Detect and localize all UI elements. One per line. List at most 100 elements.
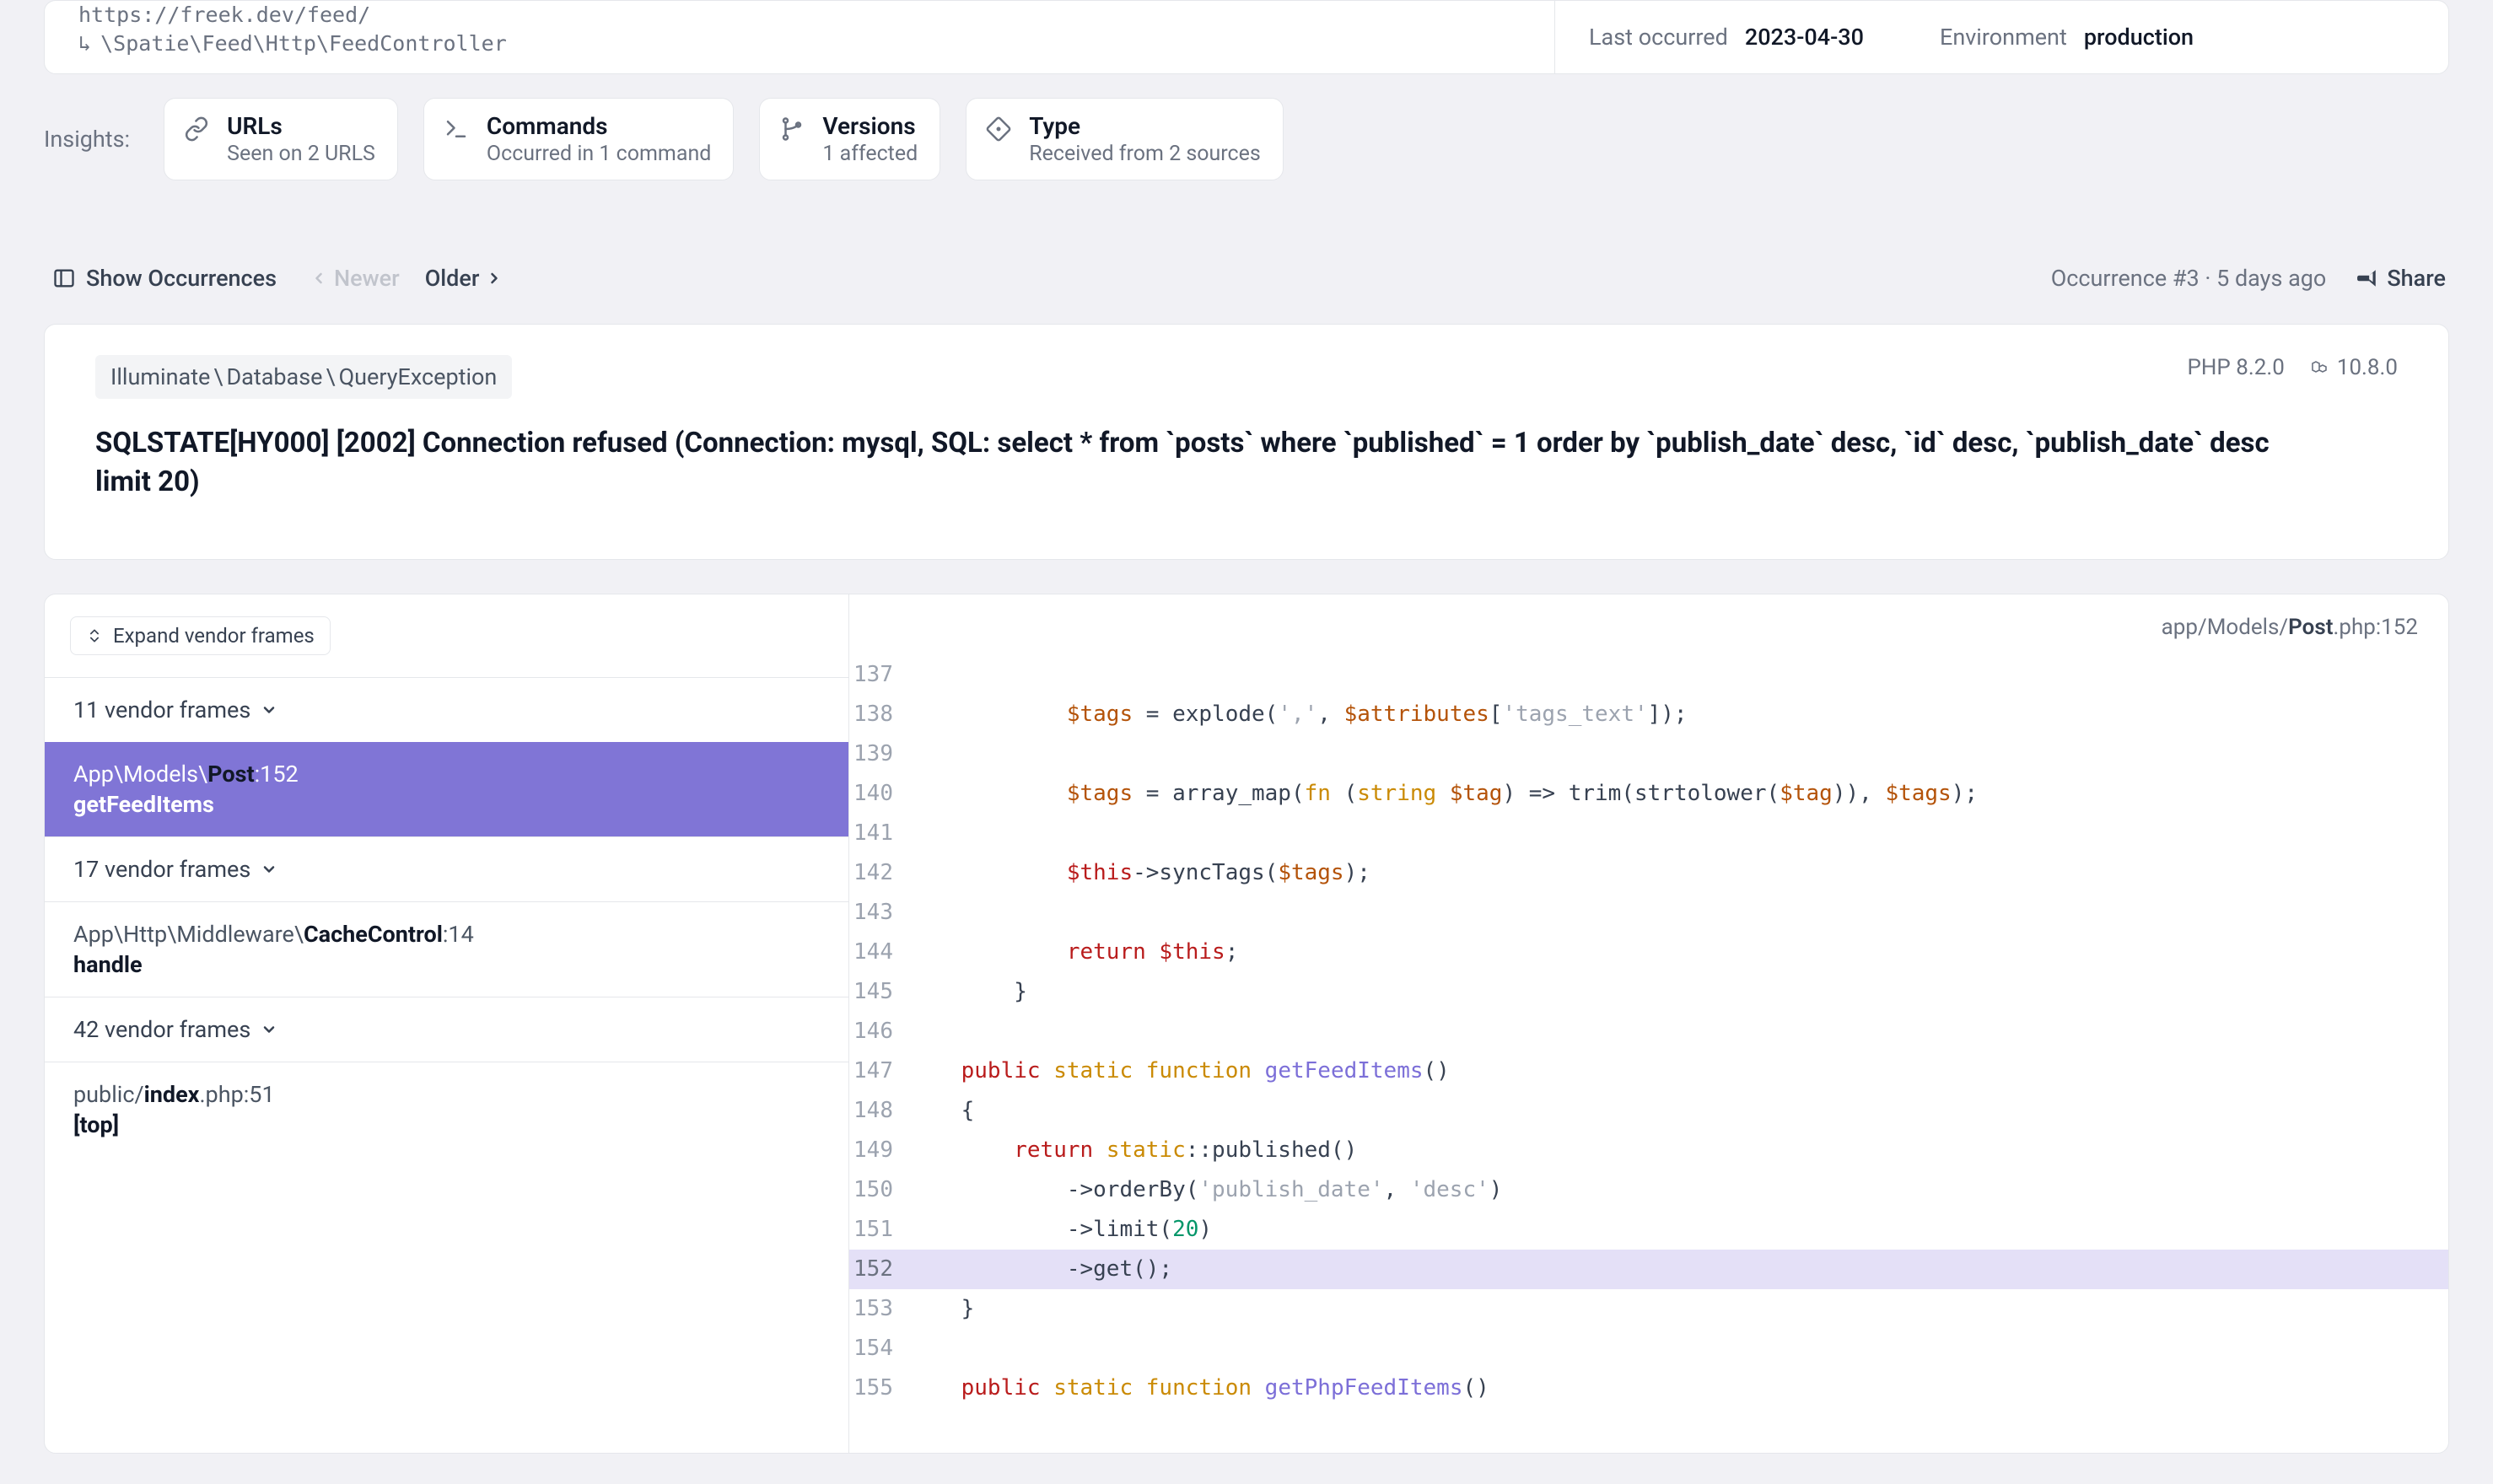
stack-frame-function: getFeedItems bbox=[73, 791, 820, 818]
stack-frame-path: public/index.php:51 bbox=[73, 1081, 820, 1108]
code-line: 153 } bbox=[849, 1289, 2448, 1329]
crosshair-icon bbox=[983, 114, 1014, 144]
occurrence-meta: Occurrence #3 · 5 days ago bbox=[2051, 265, 2327, 292]
older-label: Older bbox=[425, 265, 480, 292]
line-number: 138 bbox=[849, 695, 908, 734]
code-line: 150 ->orderBy('publish_date', 'desc') bbox=[849, 1170, 2448, 1210]
line-number: 152 bbox=[849, 1250, 908, 1289]
expand-vendor-frames-label: Expand vendor frames bbox=[113, 624, 315, 648]
line-number: 145 bbox=[849, 972, 908, 1012]
code-line: 139 bbox=[849, 734, 2448, 774]
line-number: 153 bbox=[849, 1289, 908, 1329]
line-source: $tags = explode(',', $attributes['tags_t… bbox=[908, 695, 1688, 734]
exception-class[interactable]: Illuminate\Database\QueryException bbox=[95, 355, 512, 399]
line-source: ->orderBy('publish_date', 'desc') bbox=[908, 1170, 1502, 1210]
share-button[interactable]: Share bbox=[2356, 265, 2446, 292]
branch-icon bbox=[777, 114, 807, 144]
show-occurrences-button[interactable]: Show Occurrences bbox=[52, 265, 277, 292]
code-path-file: Post bbox=[2288, 615, 2333, 640]
insight-title: URLs bbox=[227, 112, 375, 140]
stack-frame-path: App\Http\Middleware\CacheControl:14 bbox=[73, 921, 820, 948]
insight-sub: 1 affected bbox=[822, 142, 918, 166]
older-button[interactable]: Older bbox=[425, 265, 503, 292]
insight-sub: Received from 2 sources bbox=[1029, 142, 1261, 166]
vendor-frames-group[interactable]: 11 vendor frames bbox=[45, 677, 848, 742]
code-line: 141 bbox=[849, 814, 2448, 853]
stack-frame-path: App\Models\Post:152 bbox=[73, 761, 820, 788]
vendor-frames-group[interactable]: 42 vendor frames bbox=[45, 997, 848, 1062]
code-line: 137 bbox=[849, 655, 2448, 695]
code-line: 151 ->limit(20) bbox=[849, 1210, 2448, 1250]
line-number: 150 bbox=[849, 1170, 908, 1210]
code-line: 138 $tags = explode(',', $attributes['ta… bbox=[849, 695, 2448, 734]
line-number: 141 bbox=[849, 814, 908, 853]
code-path-line: 152 bbox=[2381, 615, 2418, 640]
chevron-left-icon bbox=[310, 270, 327, 287]
context-url: https://freek.dev/feed/ bbox=[78, 1, 507, 30]
code-line: 140 $tags = array_map(fn (string $tag) =… bbox=[849, 774, 2448, 814]
exception-ns-1: Illuminate bbox=[110, 363, 210, 390]
line-number: 146 bbox=[849, 1012, 908, 1051]
code-line: 152 ->get(); bbox=[849, 1250, 2448, 1289]
exception-ns-3: QueryException bbox=[339, 363, 498, 390]
code-path-prefix: app/Models/ bbox=[2162, 615, 2289, 640]
stack-frame[interactable]: public/index.php:51 [top] bbox=[45, 1062, 848, 1157]
php-version-badge: PHP 8.2.0 bbox=[2187, 355, 2284, 380]
vendor-frames-group[interactable]: 17 vendor frames bbox=[45, 836, 848, 901]
line-number: 137 bbox=[849, 655, 908, 695]
stack-frame[interactable]: App\Models\Post:152 getFeedItems bbox=[45, 742, 848, 836]
environment: Environment production bbox=[1940, 24, 2194, 51]
chevron-down-icon bbox=[261, 861, 277, 878]
code-body[interactable]: 137138 $tags = explode(',', $attributes[… bbox=[849, 655, 2448, 1408]
line-source: } bbox=[908, 972, 1027, 1012]
error-card: Illuminate\Database\QueryException PHP 8… bbox=[44, 324, 2449, 560]
insight-commands[interactable]: Commands Occurred in 1 command bbox=[423, 98, 734, 180]
code-line: 155 public static function getPhpFeedIte… bbox=[849, 1368, 2448, 1408]
laravel-icon bbox=[2310, 358, 2330, 378]
line-source: public static function getFeedItems() bbox=[908, 1051, 1450, 1091]
stack-frame-function: [top] bbox=[73, 1111, 820, 1138]
insight-sub: Occurred in 1 command bbox=[487, 142, 711, 166]
insight-versions[interactable]: Versions 1 affected bbox=[759, 98, 940, 180]
expand-vendor-frames-button[interactable]: Expand vendor frames bbox=[70, 616, 331, 655]
line-source: { bbox=[908, 1091, 974, 1131]
insight-type[interactable]: Type Received from 2 sources bbox=[966, 98, 1284, 180]
chevron-down-icon bbox=[261, 702, 277, 718]
code-line: 148 { bbox=[849, 1091, 2448, 1131]
line-number: 149 bbox=[849, 1131, 908, 1170]
line-source: ->get(); bbox=[908, 1250, 1172, 1289]
code-line: 146 bbox=[849, 1012, 2448, 1051]
php-version-text: PHP 8.2.0 bbox=[2187, 355, 2284, 380]
insight-title: Commands bbox=[487, 112, 711, 140]
show-occurrences-label: Show Occurrences bbox=[86, 265, 277, 292]
insight-title: Type bbox=[1029, 112, 1261, 140]
line-source: } bbox=[908, 1289, 974, 1329]
environment-value: production bbox=[2084, 24, 2194, 51]
line-source: $tags = array_map(fn (string $tag) => tr… bbox=[908, 774, 1978, 814]
last-occurred-label: Last occurred bbox=[1589, 24, 1728, 51]
line-source: ->limit(20) bbox=[908, 1210, 1212, 1250]
vendor-frames-label: 17 vendor frames bbox=[73, 856, 250, 883]
stack-frame[interactable]: App\Http\Middleware\CacheControl:14 handl… bbox=[45, 901, 848, 997]
line-number: 142 bbox=[849, 853, 908, 893]
insight-urls[interactable]: URLs Seen on 2 URLS bbox=[164, 98, 398, 180]
context-card: https://freek.dev/feed/ \Spatie\Feed\Htt… bbox=[44, 0, 2449, 74]
line-source: return static::published() bbox=[908, 1131, 1357, 1170]
exception-ns-2: Database bbox=[226, 363, 322, 390]
context-controller: \Spatie\Feed\Http\FeedController bbox=[78, 30, 507, 58]
line-number: 143 bbox=[849, 893, 908, 933]
code-line: 142 $this->syncTags($tags); bbox=[849, 853, 2448, 893]
expand-icon bbox=[86, 627, 103, 644]
chevron-down-icon bbox=[261, 1021, 277, 1038]
occurrence-bar: Show Occurrences Newer Older Occurrence … bbox=[0, 189, 2493, 309]
line-number: 148 bbox=[849, 1091, 908, 1131]
line-number: 151 bbox=[849, 1210, 908, 1250]
insight-sub: Seen on 2 URLS bbox=[227, 142, 375, 166]
line-number: 155 bbox=[849, 1368, 908, 1408]
line-number: 154 bbox=[849, 1329, 908, 1368]
code-path: app/Models/Post.php:152 bbox=[849, 594, 2448, 655]
line-number: 147 bbox=[849, 1051, 908, 1091]
panel-icon bbox=[52, 266, 76, 290]
line-source: $this->syncTags($tags); bbox=[908, 853, 1370, 893]
stack-frame-function: handle bbox=[73, 951, 820, 978]
